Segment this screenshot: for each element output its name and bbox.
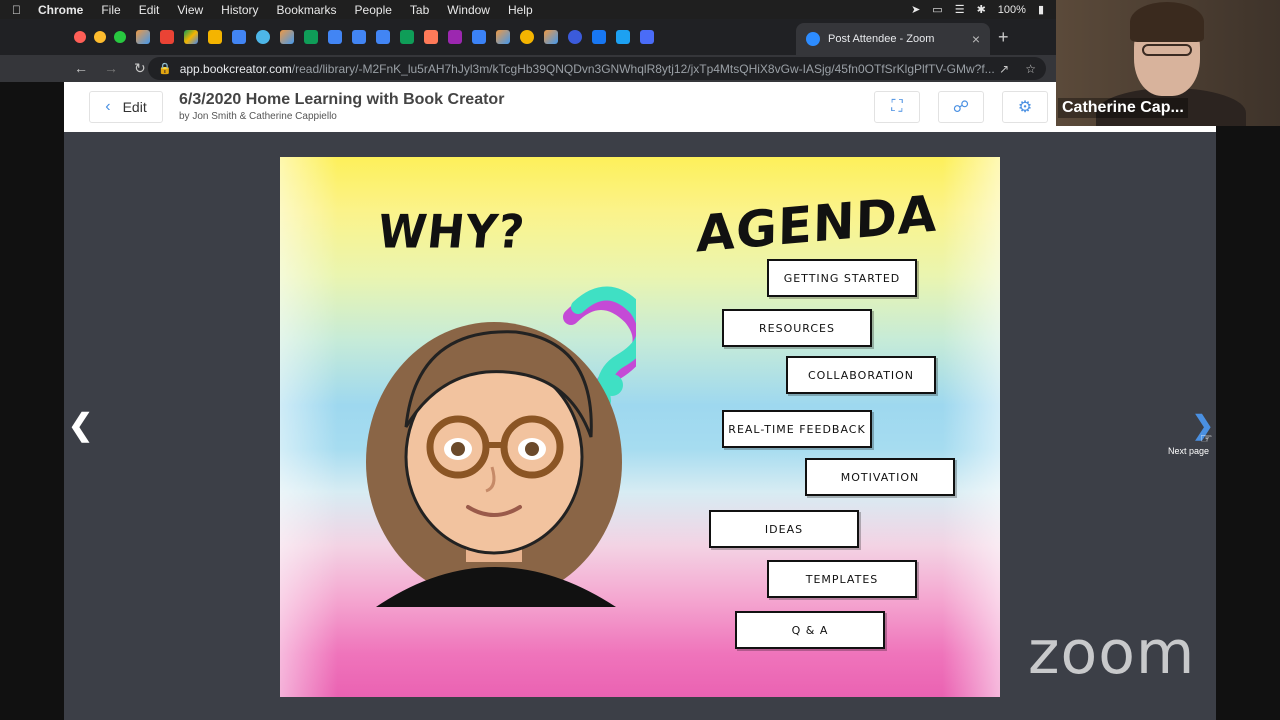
agenda-heading: AGENDA xyxy=(695,184,938,264)
tab-favicon[interactable] xyxy=(568,30,582,44)
share-button[interactable]: ☍ xyxy=(938,91,984,123)
tab-favicon[interactable] xyxy=(520,30,534,44)
book-authors: by Jon Smith & Catherine Cappiello xyxy=(179,111,337,122)
location-icon: ➤ xyxy=(911,4,921,16)
fullscreen-button[interactable]: ⛶ xyxy=(874,91,920,123)
docs-tab-icon[interactable] xyxy=(352,30,366,44)
book-page: WHY? AGENDA GETTING STARTED RESOURCES CO… xyxy=(280,157,1000,697)
airplay-icon[interactable]: ▭ xyxy=(932,3,942,16)
close-tab-icon[interactable]: × xyxy=(972,31,980,47)
calendar-tab-icon[interactable] xyxy=(232,30,246,44)
previous-page-button[interactable]: ❮ xyxy=(68,408,93,443)
tab-favicon[interactable] xyxy=(208,30,222,44)
tab-title: Post Attendee - Zoom xyxy=(828,33,935,45)
bitmoji-avatar xyxy=(366,286,636,607)
gear-icon: ⚙ xyxy=(1017,99,1033,116)
agenda-item-q-and-a[interactable]: Q & A xyxy=(735,611,885,649)
menu-tab[interactable]: Tab xyxy=(410,3,429,17)
maximize-window-icon[interactable] xyxy=(114,31,126,43)
minimize-window-icon[interactable] xyxy=(94,31,106,43)
chevron-left-icon: ❮ xyxy=(68,409,94,442)
sheets-tab-icon[interactable] xyxy=(400,30,414,44)
facebook-tab-icon[interactable] xyxy=(592,30,606,44)
url-domain: app.bookcreator.com xyxy=(179,61,292,76)
agenda-item-motivation[interactable]: MOTIVATION xyxy=(805,458,955,496)
menubar-status: ➤ ▭ ☰ ✱ 100% ▮ xyxy=(911,0,1044,19)
apple-icon[interactable]:  xyxy=(12,3,26,17)
edit-label: Edit xyxy=(122,99,147,115)
book-title: 6/3/2020 Home Learning with Book Creator xyxy=(179,91,505,108)
settings-button[interactable]: ⚙ xyxy=(1002,91,1048,123)
bookmark-star-icon[interactable]: ☆ xyxy=(1025,62,1036,76)
pinned-tabs xyxy=(136,30,654,44)
why-heading: WHY? xyxy=(375,205,528,260)
tab-favicon[interactable] xyxy=(472,30,486,44)
zoom-tab-icon xyxy=(806,32,820,46)
tab-favicon[interactable] xyxy=(544,30,558,44)
agenda-item-collaboration[interactable]: COLLABORATION xyxy=(786,356,936,394)
menu-history[interactable]: History xyxy=(221,3,258,17)
menu-app[interactable]: Chrome xyxy=(38,3,83,17)
url-path: /read/library/-M2FnK_lu5rAH7hJyl3m/kTcgH… xyxy=(291,61,995,76)
agenda-item-ideas[interactable]: IDEAS xyxy=(709,510,859,548)
bluetooth-icon[interactable]: ✱ xyxy=(977,3,986,16)
book-header: ‹ Edit 6/3/2020 Home Learning with Book … xyxy=(64,82,1216,132)
menu-bookmarks[interactable]: Bookmarks xyxy=(277,3,337,17)
lock-icon[interactable]: 🔒 xyxy=(158,62,172,75)
menu-help[interactable]: Help xyxy=(508,3,533,17)
zoom-logo: zoom xyxy=(1028,618,1196,688)
new-tab-icon[interactable]: + xyxy=(998,27,1009,48)
menu-people[interactable]: People xyxy=(355,3,392,17)
open-external-icon[interactable]: ↗ xyxy=(999,62,1009,76)
window-controls xyxy=(0,31,144,43)
chevron-left-icon: ‹ xyxy=(105,98,111,115)
hand-cursor-icon: ☞ xyxy=(1200,430,1213,446)
hubspot-tab-icon[interactable] xyxy=(424,30,438,44)
next-page-tooltip: Next page xyxy=(1168,446,1210,456)
drive-tab-icon[interactable] xyxy=(184,30,198,44)
sheets-tab-icon[interactable] xyxy=(304,30,318,44)
tab-favicon[interactable] xyxy=(496,30,510,44)
menu-edit[interactable]: Edit xyxy=(139,3,160,17)
menu-file[interactable]: File xyxy=(101,3,120,17)
tab-favicon[interactable] xyxy=(280,30,294,44)
tab-favicon[interactable] xyxy=(256,30,270,44)
tab-favicon[interactable] xyxy=(640,30,654,44)
docs-tab-icon[interactable] xyxy=(376,30,390,44)
docs-tab-icon[interactable] xyxy=(328,30,342,44)
twitter-tab-icon[interactable] xyxy=(616,30,630,44)
gmail-tab-icon[interactable] xyxy=(160,30,174,44)
reload-icon[interactable]: ↻ xyxy=(134,60,146,77)
back-icon[interactable]: ← xyxy=(74,60,88,77)
battery-percent: 100% xyxy=(997,3,1026,16)
forward-icon[interactable]: → xyxy=(104,60,118,77)
fullscreen-icon: ⛶ xyxy=(891,98,903,115)
share-icon: ☍ xyxy=(952,99,970,116)
agenda-item-getting-started[interactable]: GETTING STARTED xyxy=(767,259,917,297)
agenda-item-real-time-feedback[interactable]: REAL-TIME FEEDBACK xyxy=(722,410,872,448)
tab-favicon[interactable] xyxy=(136,30,150,44)
tab-zoom-post-attendee[interactable]: Post Attendee - Zoom × xyxy=(796,23,990,55)
agenda-item-templates[interactable]: TEMPLATES xyxy=(767,560,917,598)
menu-window[interactable]: Window xyxy=(447,3,490,17)
battery-icon[interactable]: ▮ xyxy=(1038,3,1044,16)
edit-button[interactable]: ‹ Edit xyxy=(89,91,163,123)
close-window-icon[interactable] xyxy=(74,31,86,43)
zoom-participant-name: Catherine Cap... xyxy=(1058,98,1188,118)
menu-view[interactable]: View xyxy=(177,3,203,17)
wifi-icon[interactable]: ☰ xyxy=(955,3,965,16)
address-bar[interactable]: 🔒 app.bookcreator.com /read/library/-M2F… xyxy=(148,57,1046,80)
nav-buttons: ← → ↻ xyxy=(0,60,156,77)
slack-tab-icon[interactable] xyxy=(448,30,462,44)
agenda-item-resources[interactable]: RESOURCES xyxy=(722,309,872,347)
